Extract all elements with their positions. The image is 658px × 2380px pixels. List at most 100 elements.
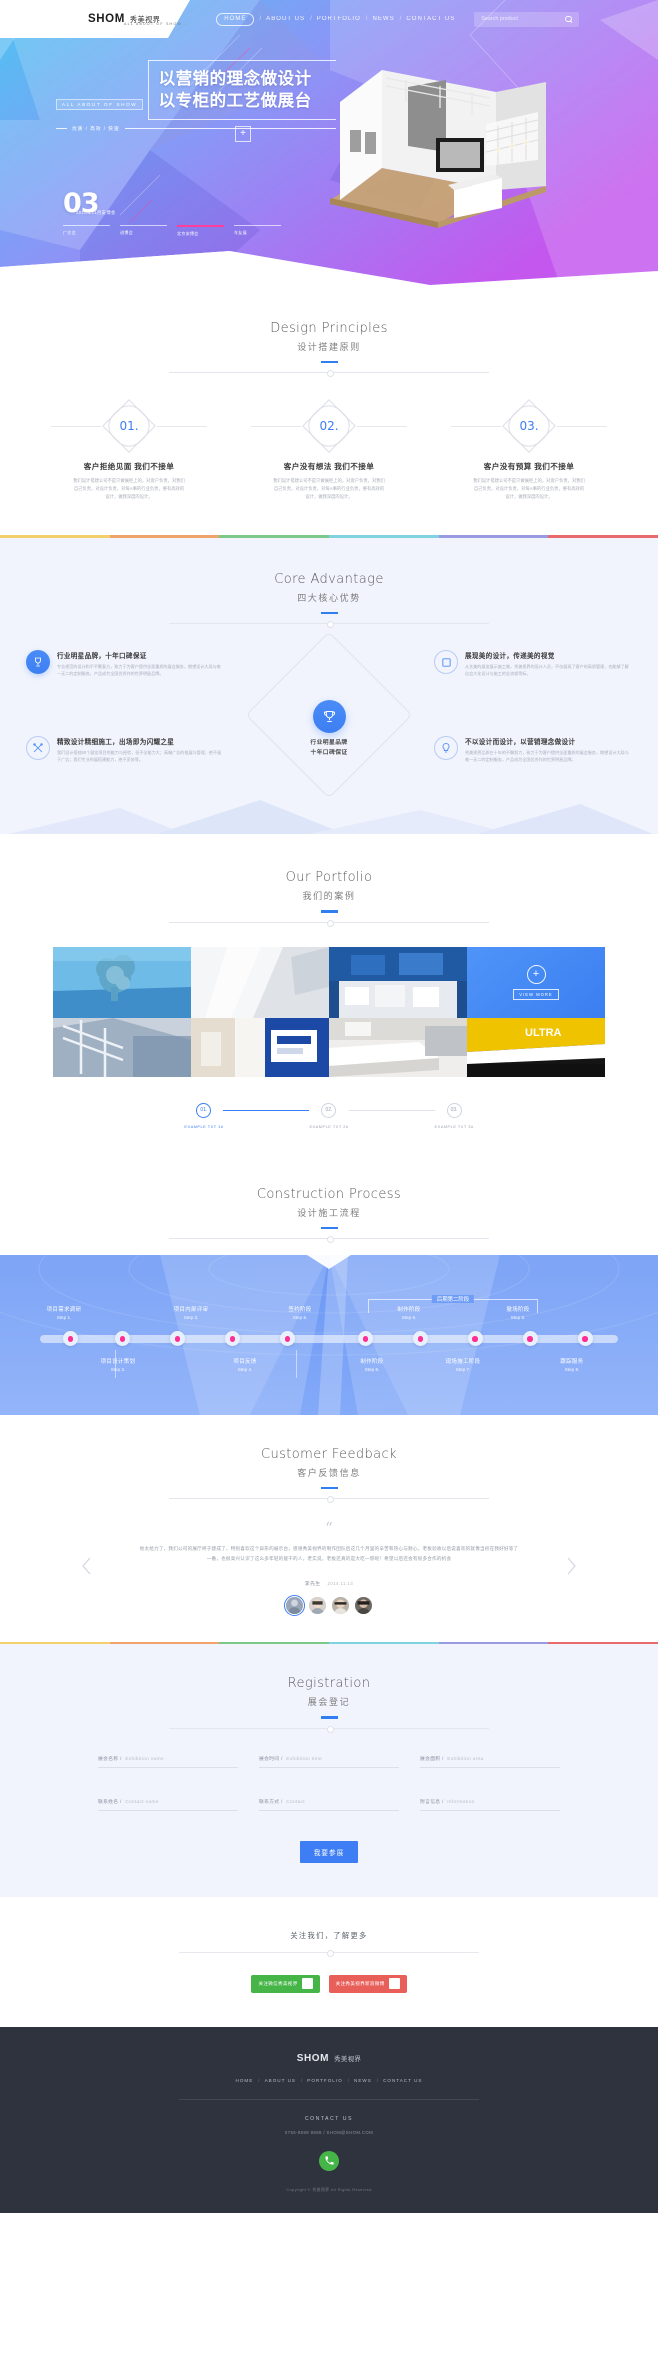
hero-plus-icon[interactable]: +: [235, 126, 251, 142]
portfolio-step-1[interactable]: 01. EXAMPLE TXT 1#: [184, 1102, 223, 1129]
principle-rule-left: [451, 426, 501, 428]
field-label-cn: 展会名称 /: [98, 1756, 122, 1762]
slide-tab-3[interactable]: 北京安博会: [177, 225, 224, 237]
nav-item-about-us[interactable]: ABOUT US: [266, 16, 305, 22]
nav-item-contact-us[interactable]: CONTACT US: [406, 16, 455, 22]
step-number: Step 6.: [364, 1367, 380, 1373]
search-box[interactable]: [474, 11, 580, 27]
portfolio-heading: Our Portfolio 我们的案例: [0, 870, 658, 913]
portfolio-thumb-3[interactable]: [329, 946, 467, 1018]
submit-registration-button[interactable]: 我要参展: [299, 1840, 359, 1863]
step-number: 02.: [321, 1102, 337, 1118]
field-exhibition-time[interactable]: 展会时间 / Exhibition time: [259, 1755, 399, 1768]
portfolio-thumb-5[interactable]: [53, 1017, 191, 1077]
customer-feedback-section: Customer Feedback 客户反馈信息 “ 他太给力了，我们公司的展厅…: [0, 1414, 658, 1642]
avatar[interactable]: [355, 1596, 372, 1614]
portfolio-grid: + VIEW MORE ULTRA: [53, 946, 605, 1077]
feedback-title-cn: 客户反馈信息: [297, 1467, 361, 1478]
portfolio-thumb-2[interactable]: [191, 946, 329, 1018]
slide-tab-4[interactable]: 车友展: [234, 225, 281, 237]
principle-rule-right: [557, 426, 607, 428]
core-advantage-item-3[interactable]: 精致设计精细施工，出场即为闪耀之星 我们设计搭档50个展览项目的能力与经验，但不…: [26, 736, 224, 763]
principle-item-1[interactable]: 01. 客户拒绝见面 我们不接单 我们设计搭建公司不是只做展柜上的，对客户负责，…: [29, 398, 229, 501]
field-label-cn: 展会时间 /: [259, 1756, 283, 1762]
footer-nav-separator: /: [347, 2077, 349, 2083]
rainbow-seg-1: [0, 1641, 110, 1645]
portfolio-title-en: Our Portfolio: [285, 870, 373, 886]
nav-item-portfolio[interactable]: PORTFOLIO: [317, 16, 361, 22]
footer-nav-portfolio[interactable]: PORTFOLIO: [307, 2078, 342, 2083]
portfolio-view-more[interactable]: + VIEW MORE: [467, 946, 605, 1018]
search-icon[interactable]: [565, 15, 572, 23]
field-exhibition-area[interactable]: 展会面积 / Exhibition area: [420, 1755, 560, 1768]
principle-item-3[interactable]: 03. 客户没有预算 我们不接单 我们设计搭建公司不是只做展柜上的，对客户负责，…: [429, 398, 629, 501]
step-number: Step 7.: [455, 1367, 471, 1373]
portfolio-thumb-7[interactable]: [329, 1017, 467, 1077]
heading-rule: [169, 1235, 489, 1243]
core-advantage-item-4[interactable]: 不以设计而设计，以营销理念做设计 秀美视界品质在十年的不懈努力，致力于为客户提供…: [434, 736, 632, 763]
footer-logo[interactable]: SHOM 秀美视界: [0, 2053, 658, 2064]
portfolio-step-3[interactable]: 03. EXAMPLE TXT 3#: [435, 1102, 474, 1129]
follow-title: 关注我们，了解更多: [290, 1930, 368, 1940]
next-arrow-icon[interactable]: [565, 1556, 577, 1576]
slide-tab-2[interactable]: 进博会: [120, 225, 167, 237]
rainbow-seg-6: [548, 1641, 658, 1645]
principle-diamond: 03.: [501, 398, 557, 454]
slide-tab-1[interactable]: 广交会: [63, 225, 110, 237]
field-contact[interactable]: 联系方式 / Contact: [259, 1798, 399, 1811]
process-step-label-5: 签约阶段 Step 5.: [268, 1305, 332, 1321]
step-title: 项目设计策划: [100, 1358, 136, 1365]
core-center-line-1: 行业明星品牌: [310, 740, 348, 747]
principle-rule-left: [251, 426, 301, 428]
advantage-desc: 专业规范的设计和不平繁复方，致力于为客户提供全面重质的展会服务，期望设计大局与唯…: [57, 664, 221, 677]
portfolio-thumb-8[interactable]: ULTRA: [467, 1017, 605, 1077]
footer-nav-about-us[interactable]: ABOUT US: [265, 2078, 296, 2083]
portfolio-thumb-1[interactable]: [53, 946, 191, 1018]
field-label-cn: 附言信息 /: [420, 1799, 444, 1805]
footer-nav-home[interactable]: HOME: [236, 2078, 254, 2083]
field-label-cn: 联系姓名 /: [98, 1799, 122, 1805]
prev-arrow-icon[interactable]: [81, 1556, 93, 1576]
step-number: Step 3.: [183, 1315, 199, 1321]
field-information[interactable]: 附言信息 / Information: [420, 1798, 560, 1811]
advantage-desc: 秀美视界品质在十年的不懈努力，致力于为客户提供全面重质的展会服务，期望设计大局与…: [465, 750, 629, 763]
process-timeline: [40, 1331, 618, 1347]
hero-slide-tabs: 广交会 进博会 北京安博会 车友展: [63, 225, 281, 237]
field-label-en: Exhibition area: [447, 1756, 484, 1762]
avatar[interactable]: [283, 1594, 306, 1616]
principle-item-2[interactable]: 02. 客户没有想法 我们不接单 我们设计搭建公司不是只做展柜上的，对客户负责，…: [229, 398, 429, 501]
nav-item-home[interactable]: HOME: [216, 12, 255, 26]
feedback-meta: 李先生 2014.11.13: [0, 1580, 658, 1587]
wechat-follow-button[interactable]: 关注微信秀美视界: [251, 1974, 320, 1993]
rainbow-seg-2: [109, 1641, 220, 1645]
portfolio-step-2[interactable]: 02. EXAMPLE TXT 2#: [309, 1102, 348, 1129]
weibo-follow-button[interactable]: 关注秀美视界新浪微博: [328, 1974, 407, 1993]
portfolio-thumb-6[interactable]: [191, 1017, 329, 1077]
avatar[interactable]: [332, 1596, 349, 1614]
footer-nav-contact-us[interactable]: CONTACT US: [383, 2078, 422, 2083]
phone-icon[interactable]: [319, 2150, 339, 2171]
core-heading: Core Advantage 四大核心优势: [0, 572, 658, 615]
footer-nav-separator: /: [376, 2077, 379, 2083]
advantage-title: 精致设计精细施工，出场即为闪耀之星: [57, 739, 175, 747]
core-advantage-item-2[interactable]: 展现美的设计，传递美的视觉 从艺美的展览展示施工做，秀美视界的设计人员，不仅展现…: [434, 650, 632, 677]
search-input[interactable]: [481, 16, 562, 22]
field-contact-name[interactable]: 联系姓名 / Contact name: [98, 1798, 238, 1811]
svg-text:ULTRA: ULTRA: [525, 1027, 562, 1039]
principles-heading: Design Principles 设计搭建原则: [0, 321, 658, 364]
nav-item-news[interactable]: NEWS: [372, 16, 394, 22]
step-number: 01.: [196, 1102, 212, 1118]
timeline-dot-10[interactable]: [577, 1331, 593, 1347]
slide-tab-label: 车友展: [234, 230, 247, 236]
field-label-cn: 展会面积 /: [420, 1756, 444, 1762]
principle-desc: 我们设计搭建公司不是只做展柜上的，对客户负责，对我们自己负责，对设计负责，对每A…: [273, 478, 385, 500]
mountain-decoration: [0, 800, 658, 837]
footer-nav-news[interactable]: NEWS: [354, 2078, 372, 2083]
field-exhibition-name[interactable]: 展会名称 / Exhibition name: [98, 1755, 238, 1768]
heading-rule: [169, 1496, 489, 1504]
core-advantage-item-1[interactable]: 行业明星品牌，十年口碑保证 专业规范的设计和不平繁复方，致力于为客户提供全面重质…: [26, 650, 224, 677]
qr-code-icon: [388, 1978, 400, 1990]
step-number: Step 5.: [292, 1315, 308, 1321]
field-label: 联系方式 / Contact: [259, 1798, 399, 1805]
avatar[interactable]: [309, 1596, 326, 1614]
